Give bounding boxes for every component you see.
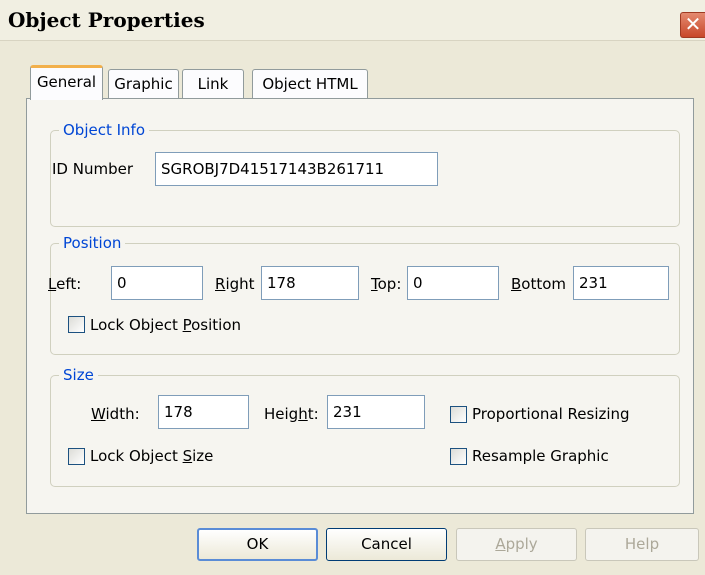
top-label-mnemonic: T [371, 275, 378, 293]
id-number-field[interactable] [155, 152, 438, 186]
right-field[interactable] [261, 266, 359, 300]
width-label-mnemonic: W [91, 405, 106, 423]
apply-label-text: pply [505, 535, 538, 553]
bottom-label-text: ottom [521, 275, 567, 293]
id-number-label: ID Number [52, 160, 133, 178]
tab-general-label: General [36, 73, 97, 91]
right-label-text: ight [225, 275, 255, 293]
left-label-text: eft: [56, 275, 82, 293]
tab-link[interactable]: Link [182, 69, 244, 99]
size-title: Size [59, 365, 98, 385]
tab-graphic-label: Graphic [114, 75, 173, 93]
lock-object-size-label: Lock Object Size [90, 446, 213, 466]
proportional-resizing-checkbox[interactable] [450, 406, 467, 423]
lock-size-text-pre: Lock Object [90, 447, 183, 465]
top-label: Top: [371, 274, 401, 294]
right-label-mnemonic: R [215, 275, 226, 293]
top-label-text: op: [377, 275, 402, 293]
height-label: Height: [264, 404, 319, 424]
lock-position-text-post: osition [191, 316, 242, 334]
tab-graphic[interactable]: Graphic [108, 69, 179, 99]
apply-button[interactable]: Apply [456, 528, 577, 561]
general-tab-panel: Object Info ID Number Position Left: Rig… [26, 98, 694, 514]
proportional-resizing-label: Proportional Resizing [472, 405, 630, 423]
window-title: Object Properties [8, 8, 205, 32]
height-label-text-pre: Heig [264, 405, 299, 423]
title-bar[interactable]: Object Properties ✕ [0, 0, 705, 41]
tab-object-html[interactable]: Object HTML [252, 69, 368, 99]
object-info-title: Object Info [59, 120, 150, 140]
ok-button[interactable]: OK [197, 528, 318, 561]
tab-general[interactable]: General [30, 65, 103, 100]
resample-graphic-checkbox[interactable] [450, 448, 467, 465]
width-label: Width: [91, 404, 140, 424]
height-label-text-post: t: [307, 405, 319, 423]
right-label: Right [215, 274, 255, 294]
height-label-mnemonic: h [298, 405, 308, 423]
help-button[interactable]: Help [585, 528, 699, 561]
cancel-button[interactable]: Cancel [326, 528, 447, 561]
lock-object-position-checkbox[interactable] [68, 316, 85, 333]
position-title: Position [59, 233, 126, 253]
bottom-field[interactable] [573, 266, 669, 300]
width-label-text: idth: [105, 405, 140, 423]
lock-object-size-checkbox[interactable] [68, 448, 85, 465]
close-icon[interactable]: ✕ [680, 12, 705, 38]
tab-link-label: Link [197, 75, 229, 93]
bottom-label: Bottom [511, 274, 566, 294]
left-label: Left: [48, 274, 81, 294]
size-group: Size [50, 365, 680, 487]
left-field[interactable] [111, 266, 203, 300]
apply-mnemonic: A [495, 535, 506, 553]
left-label-mnemonic: L [48, 275, 57, 293]
lock-position-text-pre: Lock Object [90, 316, 183, 334]
lock-size-text-post: ize [192, 447, 214, 465]
object-properties-dialog: Object Properties ✕ General Graphic Link… [0, 0, 705, 575]
tab-object-html-label: Object HTML [262, 75, 358, 93]
width-field[interactable] [158, 395, 249, 429]
lock-position-mnemonic: P [182, 316, 192, 334]
lock-object-position-label: Lock Object Position [90, 315, 241, 335]
resample-graphic-label: Resample Graphic [472, 447, 609, 465]
top-field[interactable] [407, 266, 499, 300]
lock-size-mnemonic: S [182, 447, 193, 465]
bottom-label-mnemonic: B [511, 275, 522, 293]
height-field[interactable] [327, 395, 425, 429]
